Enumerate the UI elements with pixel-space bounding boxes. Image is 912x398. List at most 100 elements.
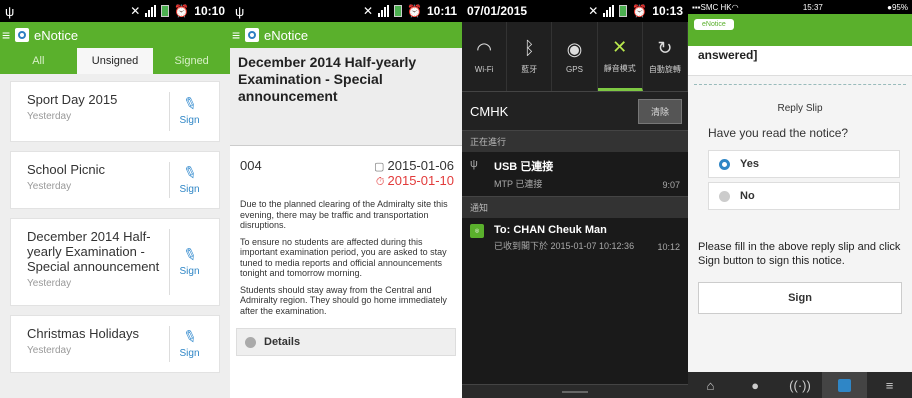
enotice-icon <box>838 378 852 392</box>
list-item[interactable]: Christmas Holidays Yesterday ✎ Sign <box>10 315 220 373</box>
status-time: 10:13 <box>652 4 683 18</box>
quick-settings: ◠ Wi-Fi ᛒ 藍牙 ◉ GPS ✕ 靜音模式 ↻ 自動旋轉 <box>462 22 688 92</box>
pen-icon: ✎ <box>180 326 199 348</box>
toggle-rotate[interactable]: ↻ 自動旋轉 <box>643 22 688 91</box>
status-date: 07/01/2015 <box>467 4 528 18</box>
sign-button[interactable]: ✎ Sign <box>169 229 209 295</box>
chat-icon: ● <box>751 377 760 393</box>
radio-unselected-icon <box>719 190 730 202</box>
carrier-row: CMHK 清除 <box>462 92 688 130</box>
notice-date: Yesterday <box>27 111 72 122</box>
notice-date: Yesterday <box>27 278 72 289</box>
pen-icon: ✎ <box>180 94 199 115</box>
alarm-icon: ⏰ <box>632 4 648 18</box>
signal-icon <box>378 5 390 17</box>
wifi-icon: ◠ <box>731 2 739 12</box>
list-item[interactable]: Sport Day 2015 Yesterday ✎ Sign <box>10 81 220 142</box>
tab-all[interactable]: All <box>0 48 77 74</box>
carrier-name: SMC HK <box>700 2 732 12</box>
wifi-icon: ◠ <box>476 39 492 59</box>
status-bar: ψ ✕ ⏰ 10:11 <box>230 0 462 22</box>
tab-school-news[interactable]: ((·)) <box>778 372 823 398</box>
reply-slip-label: Reply Slip <box>777 103 823 114</box>
toggle-mute[interactable]: ✕ 靜音模式 <box>597 22 643 91</box>
toggle-wifi[interactable]: ◠ Wi-Fi <box>462 22 508 91</box>
notification-shade: 07/01/2015 ✕ ⏰ 10:13 ◠ Wi-Fi ᛒ 藍牙 ◉ GPS ✕ 靜音… <box>462 0 688 398</box>
signal-icon <box>603 5 615 17</box>
notice-title: December 2014 Half-yearly Examination - … <box>27 229 160 274</box>
back-button[interactable]: eNotice <box>694 19 734 30</box>
enotice-app-icon: ◎ <box>470 224 484 238</box>
clear-button[interactable]: 清除 <box>637 98 682 124</box>
details-label: Details <box>264 336 301 348</box>
radio-selected-icon <box>719 158 730 170</box>
mute-icon: ✕ <box>130 4 141 18</box>
app-title: eNotice <box>34 27 79 43</box>
status-bar: 07/01/2015 ✕ ⏰ 10:13 <box>462 0 688 22</box>
answered-text: answered] <box>688 46 912 76</box>
toggle-bluetooth[interactable]: ᛒ 藍牙 <box>507 22 553 91</box>
mute-icon: ✕ <box>588 4 599 18</box>
signal-icon: ▪▪▪ <box>692 2 701 12</box>
notice-title: Sport Day 2015 <box>27 92 118 107</box>
notice-date: Yesterday <box>27 345 72 356</box>
status-bar: ψ ✕ ⏰ 10:10 <box>0 0 230 22</box>
notice-detail-screen: ψ ✕ ⏰ 10:11 ≡ eNotice December 2014 Half… <box>230 0 462 398</box>
app-bar: ≡ eNotice <box>230 22 462 48</box>
tab-signed[interactable]: Signed <box>153 48 230 74</box>
battery-level: 95% <box>891 2 908 12</box>
option-no[interactable]: No <box>708 182 900 210</box>
sign-button[interactable]: ✎ Sign <box>169 326 209 362</box>
notice-number: 004 <box>240 158 262 173</box>
rotate-icon: ↻ <box>657 38 673 58</box>
usb-notification[interactable]: ψ USB 已連接 MTP 已連接 9:07 <box>462 152 688 196</box>
nav-header: eNotice <box>688 14 912 46</box>
notice-meta: 004 ▢ 2015-01-06 ⏱ 2015-01-10 <box>230 146 462 195</box>
broadcast-icon: ((·)) <box>789 377 811 393</box>
tab-enotice[interactable] <box>822 372 868 398</box>
pen-icon: ✎ <box>180 244 199 266</box>
shade-drag-handle[interactable] <box>462 384 688 398</box>
list-item[interactable]: December 2014 Half-yearly Examination - … <box>10 218 220 306</box>
notice-title: Christmas Holidays <box>27 326 139 341</box>
menu-icon[interactable]: ≡ <box>2 27 12 43</box>
details-section[interactable]: Details <box>236 328 456 356</box>
battery-icon <box>619 5 628 17</box>
tab-messages[interactable]: ● <box>733 372 778 398</box>
section-divider <box>694 84 906 85</box>
menu-icon[interactable]: ≡ <box>232 27 242 43</box>
battery-icon <box>394 5 403 17</box>
usb-icon: ψ <box>235 3 245 19</box>
app-bar: ≡ eNotice <box>0 22 230 48</box>
list-item[interactable]: School Picnic Yesterday ✎ Sign <box>10 151 220 209</box>
notify-header: 通知 <box>462 196 688 218</box>
alarm-icon: ⏰ <box>407 4 422 18</box>
alarm-icon: ⏰ <box>174 4 190 18</box>
bottom-tab-bar: ⌂ ● ((·)) ≡ <box>688 372 912 398</box>
issue-date: 2015-01-06 <box>387 158 455 173</box>
signal-icon <box>145 5 157 17</box>
toggle-gps[interactable]: ◉ GPS <box>552 22 598 91</box>
gps-icon: ◉ <box>566 39 583 59</box>
ongoing-header: 正在進行 <box>462 130 688 152</box>
notice-body: Due to the planned clearing of the Admir… <box>230 195 462 326</box>
enotice-list-screen: ψ ✕ ⏰ 10:10 ≡ eNotice All Unsigned Signe… <box>0 0 230 398</box>
enotice-logo-icon <box>245 28 259 42</box>
tab-unsigned[interactable]: Unsigned <box>76 48 154 74</box>
option-yes[interactable]: Yes <box>708 150 900 178</box>
sign-button[interactable]: Sign <box>698 282 902 314</box>
tab-home[interactable]: ⌂ <box>688 372 733 398</box>
mute-icon: ✕ <box>612 36 628 57</box>
notice-date: Yesterday <box>27 181 72 192</box>
sign-button[interactable]: ✎ Sign <box>169 92 209 131</box>
enotice-notification[interactable]: ◎ To: CHAN Cheuk Man 已收到閣下於 2015-01-07 1… <box>462 218 688 258</box>
tab-more[interactable]: ≡ <box>867 372 912 398</box>
bluetooth-icon: ᛒ <box>523 38 535 58</box>
deadline-clock-icon: ⏱ <box>375 176 388 188</box>
home-icon: ⌂ <box>706 377 715 393</box>
notice-title: School Picnic <box>27 162 106 177</box>
status-time: 10:10 <box>194 4 225 18</box>
enotice-logo-icon <box>15 28 29 42</box>
sign-button[interactable]: ✎ Sign <box>169 162 209 198</box>
carrier-name: CMHK <box>470 103 509 119</box>
